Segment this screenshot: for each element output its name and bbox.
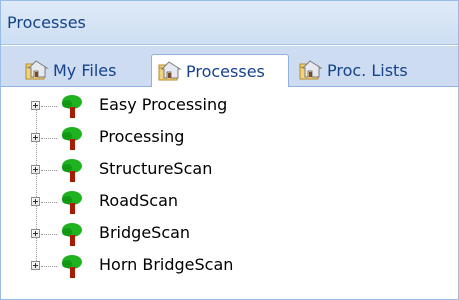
tab-label: My Files [53,60,117,80]
folder-house-icon [25,60,49,80]
tab-label: Proc. Lists [327,60,408,80]
expand-plus-icon[interactable] [31,229,40,238]
processes-panel: Processes My Files Processes Proc. Lists… [0,0,459,300]
process-tree: Easy Processing Processing StructureScan [1,87,458,299]
tree-item-structurescan[interactable]: StructureScan [1,154,441,186]
expand-plus-icon[interactable] [31,101,40,110]
tree-item-bridgescan[interactable]: BridgeScan [1,218,441,250]
tree-icon [62,255,82,278]
tree-item-easy-processing[interactable]: Easy Processing [1,90,441,122]
tree-item-label: Horn BridgeScan [99,255,234,274]
expand-plus-icon[interactable] [31,261,40,270]
folder-house-icon [158,61,182,81]
tree-item-horn-bridgescan[interactable]: Horn BridgeScan [1,250,441,282]
tree-branch-line [41,170,57,171]
tab-label: Processes [186,61,265,81]
tree-item-roadscan[interactable]: RoadScan [1,186,441,218]
tree-branch-line [41,202,57,203]
tree-branch-line [41,138,57,139]
tree-item-label: StructureScan [99,159,213,178]
expand-plus-icon[interactable] [31,133,40,142]
expand-plus-icon[interactable] [31,197,40,206]
tree-item-label: BridgeScan [99,223,191,242]
expand-plus-icon[interactable] [31,165,40,174]
tree-icon [62,191,82,214]
folder-house-icon [299,60,323,80]
panel-title: Processes [1,1,458,45]
tree-branch-line [41,106,57,107]
tree-item-label: Processing [99,127,185,146]
tree-branch-line [41,266,57,267]
tree-item-label: RoadScan [99,191,179,210]
tree-icon [62,159,82,182]
tab-strip: My Files Processes Proc. Lists [1,46,458,87]
tree-icon [62,127,82,150]
tree-item-label: Easy Processing [99,95,228,114]
tree-icon [62,223,82,246]
tree-branch-line [41,234,57,235]
tab-processes[interactable]: Processes [151,54,289,87]
tab-my-files[interactable]: My Files [19,54,147,86]
tab-proc-lists[interactable]: Proc. Lists [293,54,443,86]
tree-icon [62,95,82,118]
tree-item-processing[interactable]: Processing [1,122,441,154]
